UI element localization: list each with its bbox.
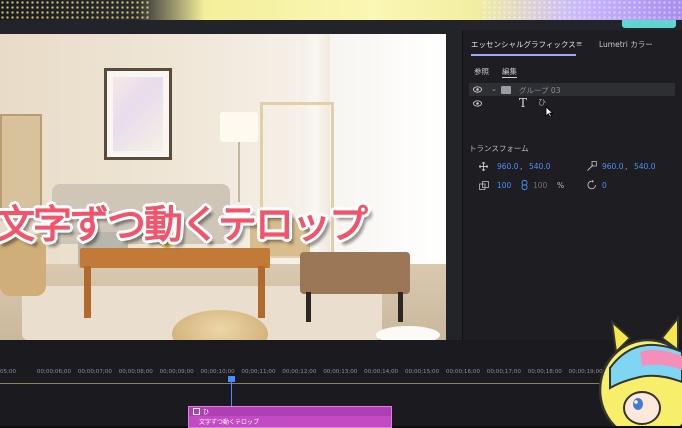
- scene-picture-frame: [104, 68, 172, 160]
- layer-group-label: グループ 03: [519, 86, 561, 95]
- decorative-banner: [0, 0, 682, 20]
- scale-width-value[interactable]: 100: [533, 181, 547, 190]
- timeline-clip[interactable]: ひ 文字ずつ動くテロップ: [188, 406, 392, 428]
- rotation-icon: [587, 180, 596, 190]
- program-monitor[interactable]: 文字ずつ動くテロップ: [0, 34, 446, 340]
- position-anchor-row: 960.0 , 540.0 960.0 , 540.0: [477, 161, 677, 173]
- scene-stool: [376, 326, 440, 340]
- timeline-tick-label: 00;00;07;00: [77, 369, 112, 375]
- scale-rotation-row: 100 100 % 0: [477, 180, 677, 192]
- essential-graphics-panel: エッセンシャルグラフィックス ≡ Lumetri カラー 参照 編集 ⌄ グルー…: [462, 30, 682, 340]
- anchor-y-value[interactable]: 540.0: [634, 162, 655, 171]
- scene-ottoman-leg: [306, 292, 311, 322]
- timeline-tick-label: 00;00;17;00: [486, 369, 521, 375]
- folder-icon: [501, 86, 511, 94]
- scene-table-leg: [258, 266, 265, 318]
- position-icon: [479, 162, 488, 171]
- timeline-tick-label: 00;00;16;00: [445, 369, 481, 375]
- rotation-value[interactable]: 0: [602, 181, 607, 190]
- timeline-tick-label: 00;00;13;00: [323, 369, 358, 375]
- layer-row-group[interactable]: ⌄ グループ 03: [469, 83, 675, 96]
- timeline-tick-label: 00;00;09;00: [159, 369, 194, 375]
- subtab-browse[interactable]: 参照: [474, 66, 489, 77]
- chevron-down-icon[interactable]: ⌄: [491, 85, 497, 93]
- clip-name: 文字ずつ動くテロップ: [199, 419, 260, 426]
- scale-icon: [479, 181, 489, 190]
- scene-ottoman-leg: [398, 292, 403, 322]
- timeline-tick-label: 00;00;12;00: [282, 369, 317, 375]
- clip-fx-icon: [193, 408, 200, 415]
- timeline-ruler[interactable]: 05;00 00;00;06;00 00;00;07;00 00;00;08;00 00…: [0, 366, 682, 378]
- mascot-character: [598, 315, 682, 426]
- timeline-tick-label: 00;00;14;00: [364, 369, 399, 375]
- clip-header: ひ: [189, 407, 391, 416]
- position-y-value[interactable]: 540.0: [529, 162, 550, 171]
- timeline-tick-label: 00;00;06;00: [36, 369, 72, 375]
- tab-essential-graphics[interactable]: エッセンシャルグラフィックス: [471, 39, 576, 56]
- timeline-tick-label: 00;00;11;00: [241, 369, 276, 375]
- layer-row-text[interactable]: T ひ: [469, 96, 675, 118]
- subtab-edit[interactable]: 編集: [502, 66, 517, 78]
- panel-menu-icon[interactable]: ≡: [576, 39, 582, 48]
- scale-unit: %: [557, 181, 565, 190]
- timeline-tick-label: 00;00;08;00: [118, 369, 153, 375]
- timeline-tick-label: 00;00;15;00: [405, 369, 440, 375]
- scene-ottoman: [300, 252, 410, 294]
- scene-table-leg: [84, 266, 91, 318]
- timeline-work-area-bar: [0, 383, 682, 384]
- position-x-value[interactable]: 960.0: [497, 162, 518, 171]
- transform-section-title: トランスフォーム: [469, 144, 529, 153]
- banner-dot-pattern: [0, 0, 150, 20]
- telop-caption[interactable]: 文字ずつ動くテロップ: [0, 194, 442, 250]
- anchor-separator: ,: [625, 162, 628, 171]
- scene-lamp-pole: [238, 142, 240, 202]
- timeline-tick-label: 05;00: [0, 369, 17, 375]
- mouse-cursor-icon: [545, 106, 554, 118]
- timeline-tick-label: 00;00;10;00: [200, 369, 235, 375]
- text-layer-icon: T: [519, 96, 528, 110]
- link-icon[interactable]: [521, 180, 528, 190]
- scale-value[interactable]: 100: [497, 181, 511, 190]
- timeline-tick-label: 00;00;18;00: [527, 369, 562, 375]
- decorative-tab: [622, 20, 676, 28]
- anchor-x-value[interactable]: 960.0: [602, 162, 623, 171]
- scene-lamp: [220, 112, 258, 142]
- clip-top-label: ひ: [203, 409, 210, 416]
- scene-table: [80, 248, 270, 268]
- eye-icon[interactable]: [473, 86, 482, 93]
- banner-dot-pattern-right: [482, 0, 682, 20]
- position-separator: ,: [520, 162, 523, 171]
- panel-tab-bar: エッセンシャルグラフィックス ≡ Lumetri カラー: [463, 30, 682, 56]
- eye-icon[interactable]: [473, 100, 482, 107]
- tab-lumetri-color[interactable]: Lumetri カラー: [599, 39, 653, 50]
- anchor-point-icon: [587, 161, 597, 171]
